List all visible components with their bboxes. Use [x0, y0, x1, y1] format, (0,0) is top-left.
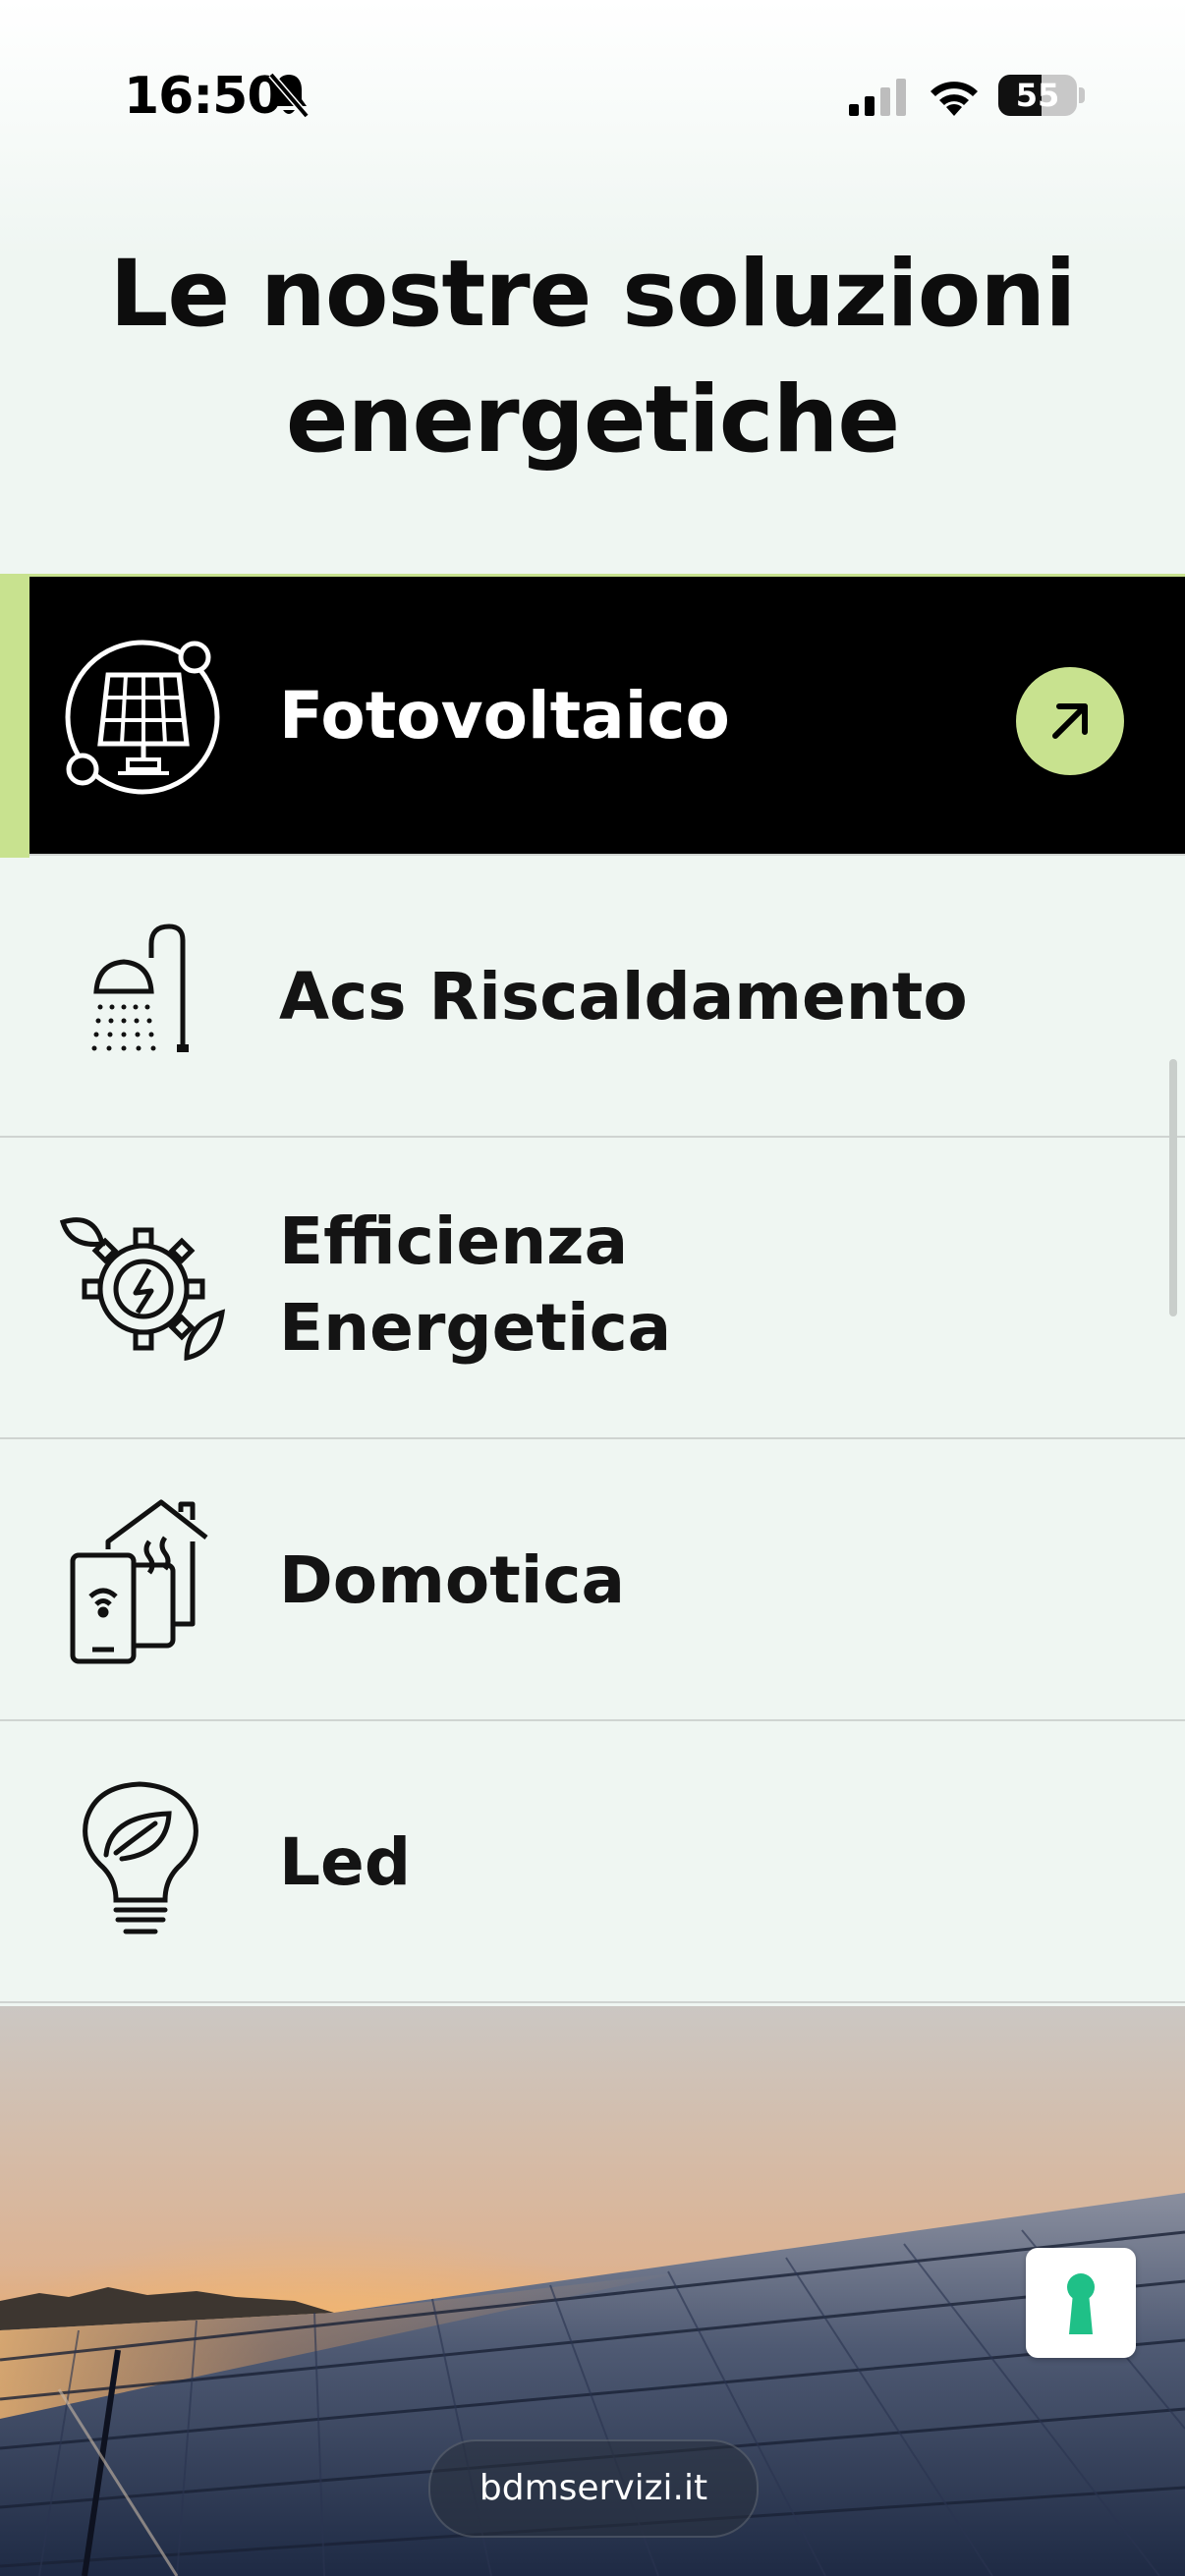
- solution-item-led[interactable]: Led: [0, 1721, 1185, 2003]
- wifi-icon: [931, 82, 978, 116]
- keyhole-icon: [1067, 2273, 1095, 2334]
- status-bar: 16:50 55: [0, 0, 1185, 196]
- solution-label-domotica: Domotica: [279, 1542, 626, 1618]
- shower-icon: [91, 924, 189, 1052]
- active-accent-bar: [0, 574, 29, 858]
- solution-item-domotica[interactable]: Domotica: [0, 1439, 1185, 1721]
- smart-home-icon: [70, 1499, 208, 1664]
- solutions-list: Fotovoltaico Acs Riscaldamento Efficienz…: [0, 574, 1185, 2003]
- solution-item-efficienza-energetica[interactable]: Efficienza Energetica: [0, 1138, 1185, 1439]
- arrow-button[interactable]: [1016, 667, 1124, 775]
- battery-nub: [1079, 87, 1085, 103]
- solution-label-efficienza-line2: Energetica: [279, 1290, 672, 1366]
- solution-label-efficienza-energetica: Efficienza Energetica: [279, 1199, 671, 1372]
- solution-item-fotovoltaico[interactable]: Fotovoltaico: [0, 574, 1185, 858]
- status-time: 16:50: [124, 67, 283, 126]
- solution-label-fotovoltaico: Fotovoltaico: [279, 678, 730, 754]
- scrollbar-thumb[interactable]: [1169, 1059, 1177, 1316]
- battery-percent: 55: [1015, 77, 1060, 114]
- solution-label-efficienza-line1: Efficienza: [279, 1204, 629, 1279]
- arrow-up-right-icon: [1052, 703, 1088, 739]
- solar-panel-icon: [65, 640, 220, 795]
- energy-gear-icon: [59, 1217, 226, 1362]
- page-title-line2: energetiche: [285, 366, 900, 474]
- keyhole-button[interactable]: [1026, 2248, 1136, 2358]
- url-bar[interactable]: bdmservizi.it: [428, 2439, 759, 2538]
- solution-label-led: Led: [279, 1824, 412, 1900]
- led-bulb-icon: [83, 1781, 198, 1934]
- solution-item-acs-riscaldamento[interactable]: Acs Riscaldamento: [0, 856, 1185, 1138]
- page-title-line1: Le nostre soluzioni: [109, 241, 1077, 348]
- cellular-signal-icon: [849, 79, 906, 116]
- solution-label-acs-riscaldamento: Acs Riscaldamento: [279, 959, 968, 1035]
- battery-indicator: 55: [998, 75, 1077, 116]
- page-title: Le nostre soluzioni energetiche: [0, 232, 1185, 483]
- bell-muted-icon: [268, 72, 310, 119]
